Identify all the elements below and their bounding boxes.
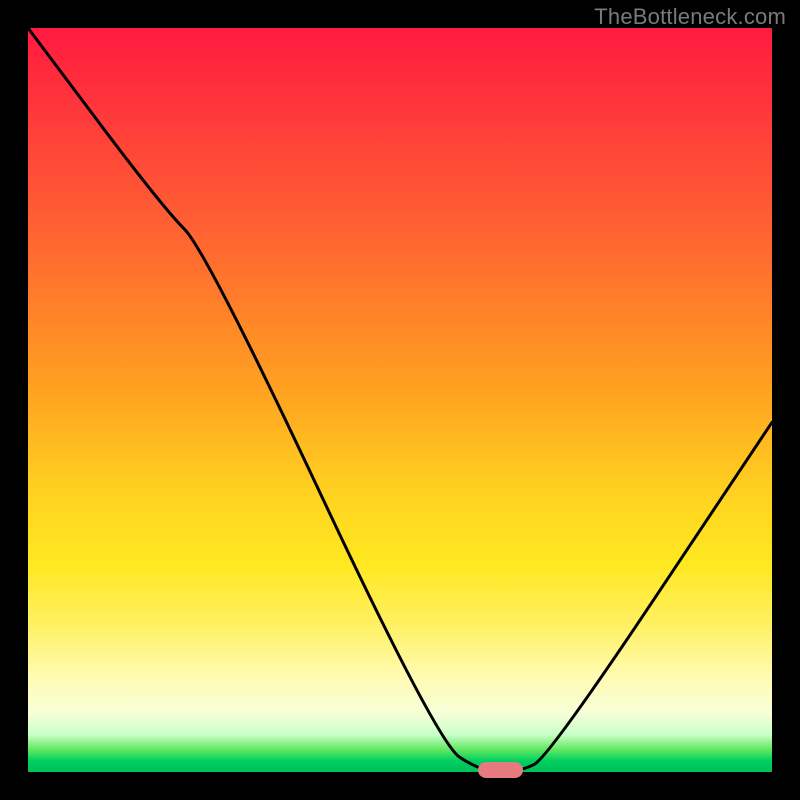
plot-area xyxy=(28,28,772,772)
optimal-marker xyxy=(478,762,523,778)
watermark-text: TheBottleneck.com xyxy=(594,4,786,30)
chart-frame: TheBottleneck.com xyxy=(0,0,800,800)
bottleneck-curve xyxy=(28,28,772,772)
